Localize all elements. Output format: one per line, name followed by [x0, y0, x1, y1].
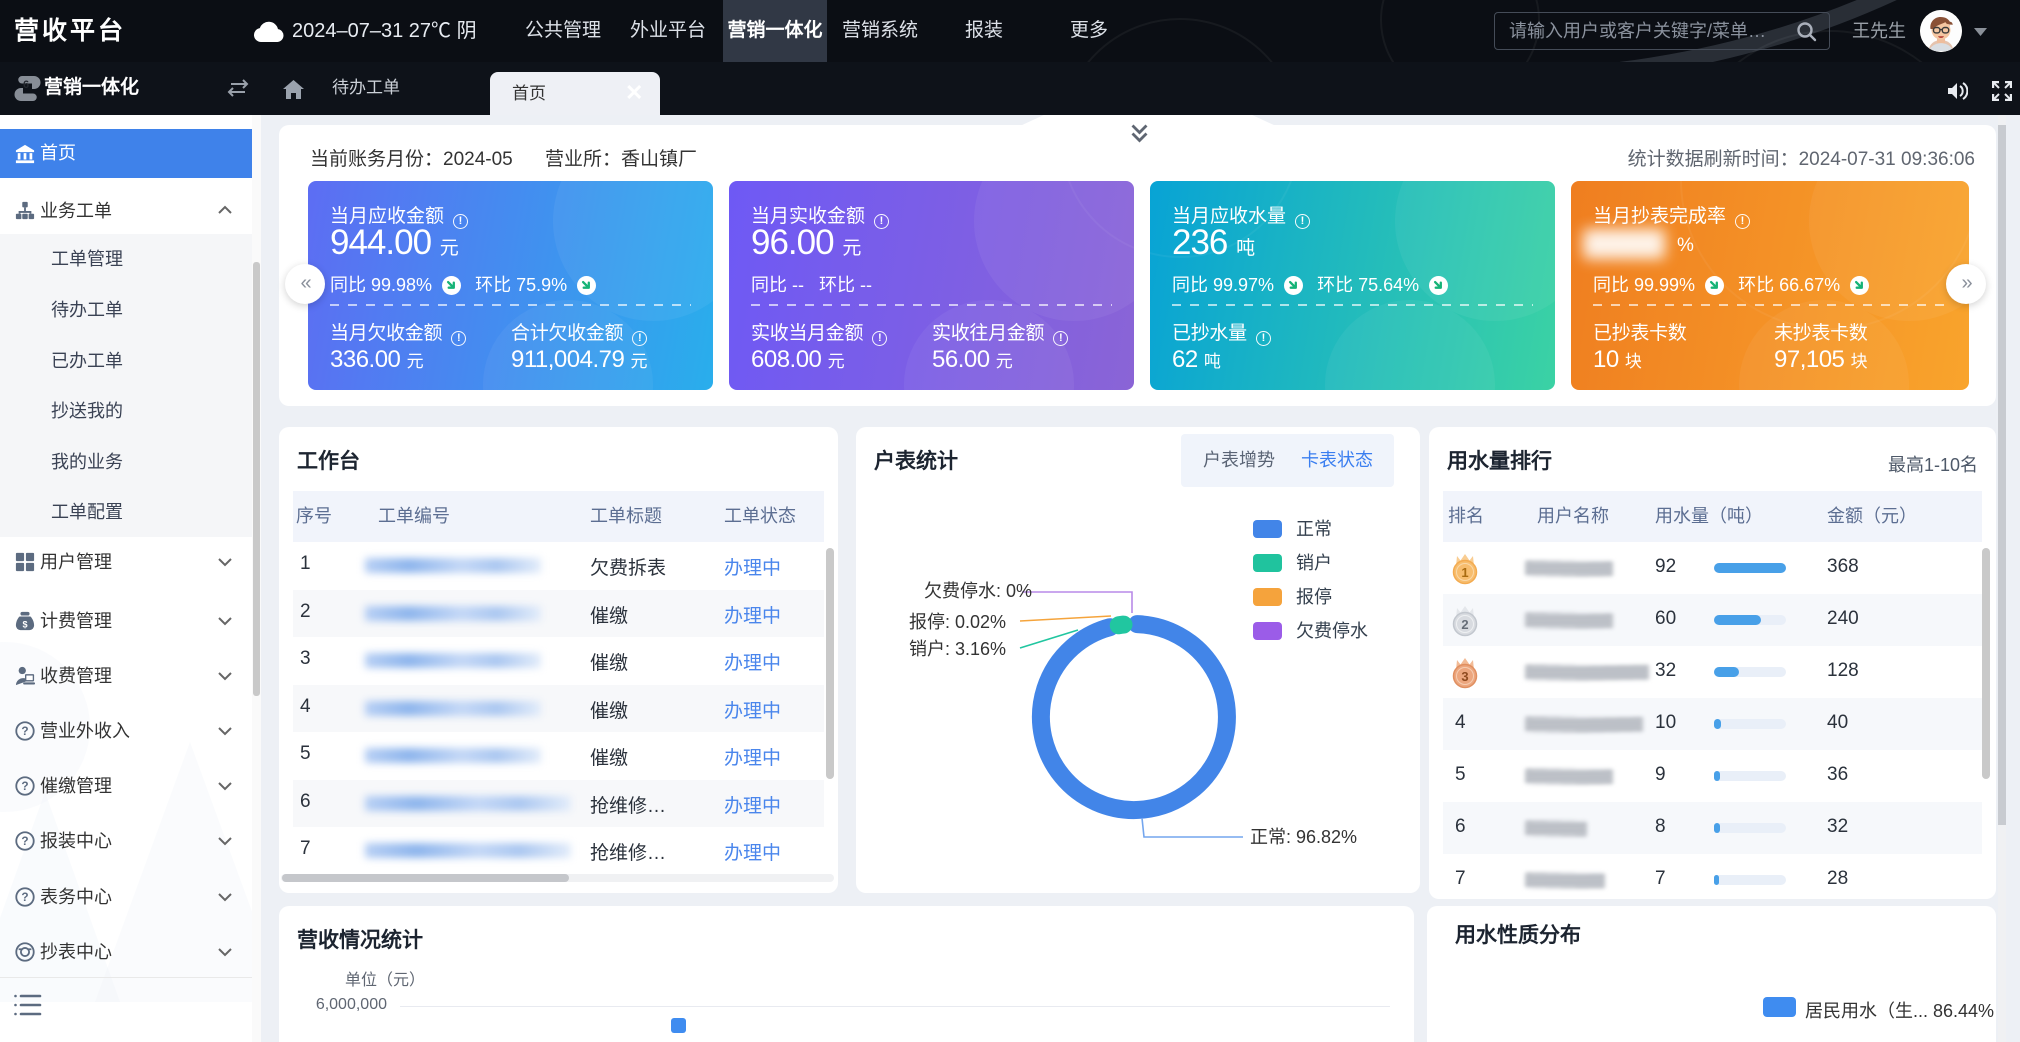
svg-text:欠费停水: 0%: 欠费停水: 0% [924, 581, 1032, 601]
svg-text:报停: 报停 [1296, 587, 1332, 607]
svg-text:?: ? [21, 890, 28, 904]
svg-text:报停: 0.02%: 报停: 0.02% [909, 612, 1006, 632]
svg-text:6: 6 [23, 79, 29, 91]
svg-text:$: $ [22, 619, 27, 629]
svg-text:销户: 3.16%: 销户: 3.16% [909, 639, 1006, 659]
svg-text:2: 2 [1461, 617, 1468, 632]
svg-text:正常: 正常 [1296, 519, 1332, 539]
svg-text:?: ? [21, 724, 28, 738]
svg-text:1: 1 [1461, 565, 1468, 580]
svg-text:销户: 销户 [1296, 553, 1332, 573]
svg-text:?: ? [21, 779, 28, 793]
svg-text:欠费停水: 欠费停水 [1296, 621, 1368, 641]
svg-text:3: 3 [1461, 669, 1468, 684]
svg-text:?: ? [21, 834, 28, 848]
svg-text:正常: 96.82%: 正常: 96.82% [1250, 827, 1357, 847]
